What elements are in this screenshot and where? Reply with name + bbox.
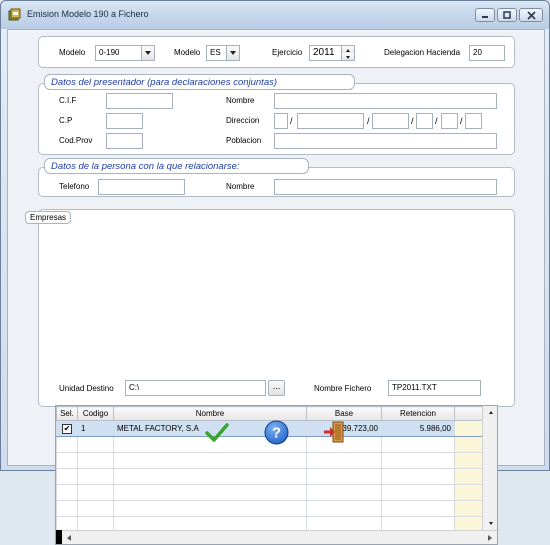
nombre-label: Nombre — [226, 96, 255, 105]
scroll-up-button[interactable] — [483, 406, 497, 419]
direccion-escalera-input[interactable] — [416, 113, 433, 129]
scroll-down-button[interactable] — [483, 517, 497, 530]
chevron-left-icon — [67, 534, 71, 541]
fichero-value: TP2011.TXT — [392, 383, 437, 392]
svg-text:?: ? — [271, 424, 280, 441]
empty-cell — [454, 420, 485, 437]
direccion-calle-input[interactable] — [297, 113, 364, 129]
help-icon: ? — [264, 420, 288, 444]
dialog-window: Emision Modelo 190 a Fichero Modelo 0-19… — [0, 0, 550, 545]
direccion-piso-input[interactable] — [441, 113, 458, 129]
model-panel: Modelo 0-190 Modelo ES Ejercicio 2011 De… — [38, 36, 515, 68]
codprov-input[interactable] — [106, 133, 143, 149]
app-icon — [8, 8, 21, 21]
ejercicio-value: 2011 — [313, 47, 335, 58]
direccion-puerta-input[interactable] — [465, 113, 482, 129]
sel-cell[interactable]: ✔ — [56, 420, 78, 437]
horizontal-scrollbar[interactable] — [62, 530, 497, 544]
modelo2-dropdown-button[interactable] — [226, 46, 239, 60]
cp-input[interactable] — [106, 113, 143, 129]
codigo-cell: 1 — [77, 420, 114, 437]
exit-button[interactable] — [321, 419, 347, 445]
vertical-scrollbar[interactable] — [482, 406, 497, 530]
fichero-label: Nombre Fichero — [314, 384, 372, 393]
cp-label: C.P — [59, 116, 73, 125]
scroll-right-button[interactable] — [483, 531, 497, 544]
retencion-cell: 5.986,00 — [381, 420, 455, 437]
delegacion-value: 20 — [473, 48, 482, 57]
modelo-label: Modelo — [59, 48, 86, 57]
minimize-icon — [482, 16, 488, 18]
direccion-numero-input[interactable] — [372, 113, 409, 129]
modelo-value: 0-190 — [99, 48, 120, 57]
col-header-codigo[interactable]: Codigo — [77, 406, 114, 421]
title-bar[interactable]: Emision Modelo 190 a Fichero — [1, 1, 549, 29]
col-header-sel[interactable]: Sel. — [56, 406, 78, 421]
col-header-empty — [454, 406, 485, 421]
row-checkbox[interactable]: ✔ — [62, 423, 72, 434]
cif-label: C.I.F — [59, 96, 77, 105]
accept-button[interactable] — [204, 420, 230, 446]
maximize-icon — [503, 11, 511, 19]
table-row — [56, 452, 485, 469]
minimize-button[interactable] — [475, 8, 495, 22]
relacion-legend: Datos de la persona con la que relaciona… — [44, 158, 309, 174]
modelo2-value: ES — [210, 48, 221, 57]
browse-button[interactable]: ... — [268, 380, 285, 396]
ejercicio-label: Ejercicio — [272, 48, 303, 57]
chevron-up-icon — [488, 411, 493, 414]
poblacion-label: Poblacion — [226, 136, 262, 145]
direccion-label: Direccion — [226, 116, 260, 125]
direccion-tipo-input[interactable] — [274, 113, 288, 129]
fichero-input[interactable]: TP2011.TXT — [388, 380, 481, 396]
presentador-legend: Datos del presentador (para declaracione… — [44, 74, 355, 90]
close-button[interactable] — [519, 8, 543, 22]
poblacion-input[interactable] — [274, 133, 497, 149]
table-row — [56, 484, 485, 501]
presentador-nombre-input[interactable] — [274, 93, 497, 109]
relacion-nombre-input[interactable] — [274, 179, 497, 195]
spin-down-button[interactable] — [341, 53, 354, 60]
check-mark-icon: ✔ — [63, 423, 71, 433]
presentador-panel: C.I.F Nombre C.P Direccion / / / / / Cod… — [38, 83, 515, 155]
window-title: Emision Modelo 190 a Fichero — [27, 9, 149, 19]
chevron-down-icon — [145, 51, 151, 55]
help-button[interactable]: ? — [263, 419, 289, 445]
codprov-label: Cod.Prov — [59, 136, 93, 145]
modelo2-label: Modelo — [174, 48, 201, 57]
chevron-down-icon — [230, 51, 236, 55]
maximize-button[interactable] — [497, 8, 517, 22]
unidad-label: Unidad Destino — [59, 384, 114, 393]
telefono-label: Telefono — [59, 182, 90, 191]
delegacion-label: Delegacion Hacienda — [384, 48, 461, 57]
slash-separator: / — [435, 116, 438, 126]
table-row — [56, 500, 485, 517]
slash-separator: / — [367, 116, 370, 126]
slash-separator: / — [411, 116, 414, 126]
slash-separator: / — [290, 116, 293, 126]
chevron-down-icon — [346, 55, 350, 59]
chevron-down-icon — [488, 522, 493, 525]
unidad-value: C:\ — [129, 383, 140, 392]
cif-input[interactable] — [106, 93, 173, 109]
unidad-input[interactable]: C:\ — [125, 380, 266, 396]
delegacion-input[interactable]: 20 — [469, 45, 505, 61]
slash-separator: / — [460, 116, 463, 126]
modelo-select[interactable]: 0-190 — [95, 45, 155, 61]
close-icon — [526, 10, 536, 20]
scroll-left-button[interactable] — [62, 531, 77, 544]
empresas-panel: Sel. Codigo Nombre Base Retencion ✔ 1 ME… — [38, 209, 515, 545]
exit-door-icon — [324, 421, 344, 443]
col-header-retencion[interactable]: Retencion — [381, 406, 455, 421]
checkmark-icon — [205, 423, 229, 442]
client-area: Modelo 0-190 Modelo ES Ejercicio 2011 De… — [7, 29, 545, 545]
ejercicio-spinner[interactable]: 2011 — [309, 45, 355, 61]
relacion-nombre-label: Nombre — [226, 182, 255, 191]
telefono-input[interactable] — [98, 179, 185, 195]
modelo-dropdown-button[interactable] — [141, 46, 154, 60]
empresas-legend: Empresas — [25, 211, 72, 224]
modelo2-select[interactable]: ES — [206, 45, 240, 61]
chevron-up-icon — [346, 48, 350, 52]
chevron-right-icon — [488, 534, 492, 541]
